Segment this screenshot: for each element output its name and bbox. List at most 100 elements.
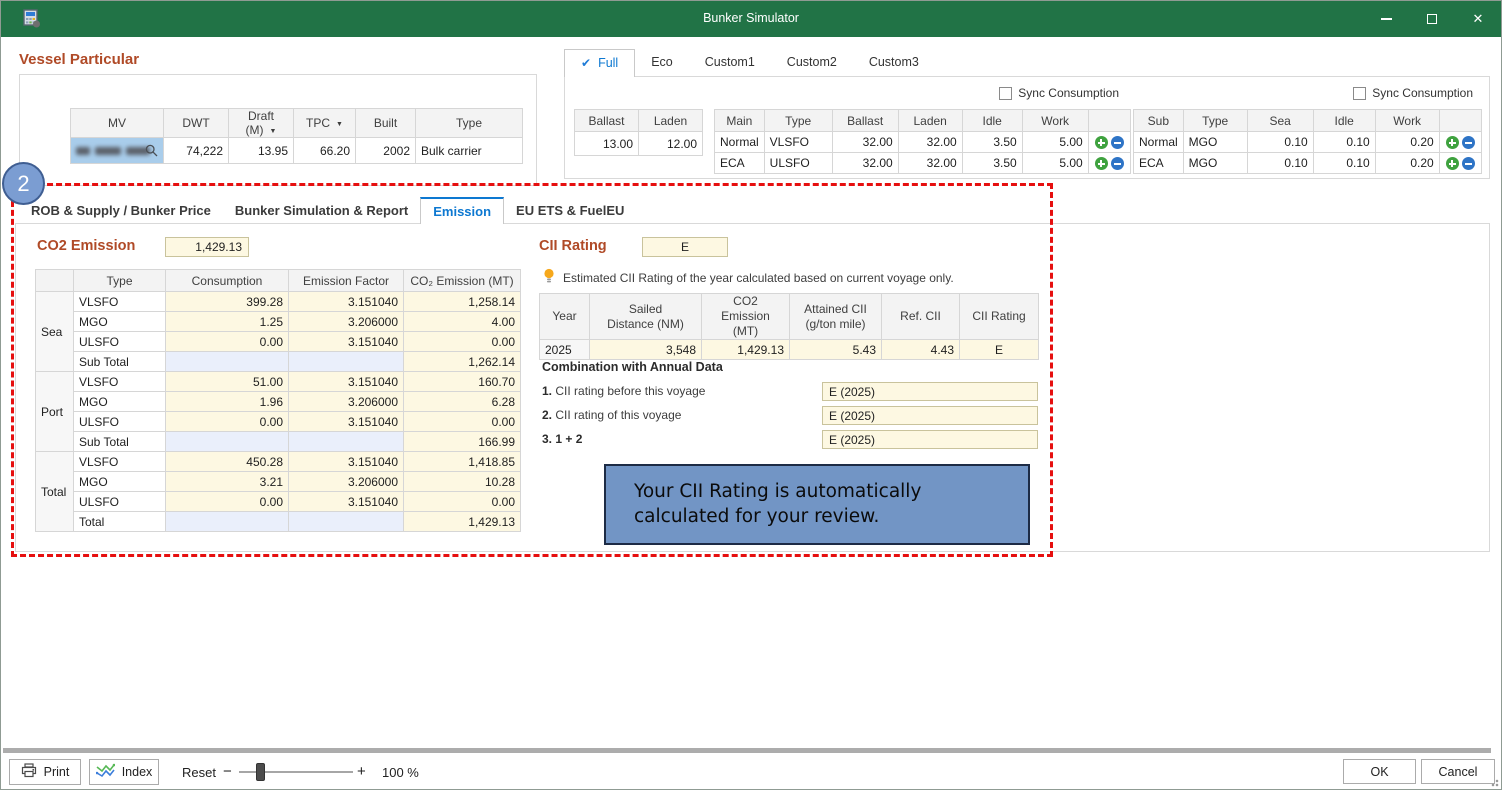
speed-table: Ballast Laden 13.00 12.00 xyxy=(574,109,703,156)
tab-bunker-simulation-report[interactable]: Bunker Simulation & Report xyxy=(223,197,420,224)
vessel-dwt-value: 74,222 xyxy=(164,138,229,164)
cii-combined-field[interactable]: E (2025) xyxy=(822,430,1038,449)
cii-this-voyage-row: 2. CII rating of this voyage E (2025) xyxy=(542,408,1038,427)
index-button[interactable]: Index xyxy=(89,759,159,785)
co2-subtotal-row: Sub Total 166.99 xyxy=(36,432,521,452)
maximize-button[interactable] xyxy=(1409,1,1455,37)
remove-row-icon[interactable] xyxy=(1111,157,1124,170)
draft-dropdown-icon[interactable]: ▼ xyxy=(270,128,277,135)
cii-hint-text: Estimated CII Rating of the year calcula… xyxy=(563,271,954,285)
speed-col-ballast: Ballast xyxy=(575,110,639,132)
sync-main-checkbox[interactable] xyxy=(999,87,1012,100)
consumption-panel: Sync Consumption Sync Consumption Ballas… xyxy=(564,76,1490,179)
index-chart-icon xyxy=(96,763,115,781)
ok-button[interactable]: OK xyxy=(1343,759,1416,784)
sync-consumption-sub[interactable]: Sync Consumption xyxy=(1353,86,1473,100)
speed-laden-value[interactable]: 12.00 xyxy=(639,132,703,156)
add-row-icon[interactable] xyxy=(1095,136,1108,149)
cii-rating-title: CII Rating xyxy=(539,238,607,254)
bunker-simulator-window: Bunker Simulator ✕ Vessel Particular MV … xyxy=(0,0,1502,790)
remove-row-icon[interactable] xyxy=(1462,136,1475,149)
co2-row: MGO 1.96 3.206000 6.28 xyxy=(36,392,521,412)
co2-row: Total VLSFO 450.28 3.151040 1,418.85 xyxy=(36,452,521,472)
combination-title: Combination with Annual Data xyxy=(542,360,723,374)
minimize-button[interactable] xyxy=(1363,1,1409,37)
co2-emission-title: CO2 Emission xyxy=(37,238,135,254)
co2-total-row: Total 1,429.13 xyxy=(36,512,521,532)
vessel-built-value: 2002 xyxy=(356,138,416,164)
tab-custom3[interactable]: Custom3 xyxy=(853,49,935,77)
vessel-col-mv: MV xyxy=(71,109,164,138)
vessel-col-tpc[interactable]: TPC▼ xyxy=(294,109,356,138)
tab-custom1[interactable]: Custom1 xyxy=(689,49,771,77)
tab-full[interactable]: ✔Full xyxy=(564,49,635,77)
zoom-level: 100 % xyxy=(382,765,419,780)
consumption-profile-tabs: ✔Full Eco Custom1 Custom2 Custom3 xyxy=(564,49,935,77)
cii-hint: Estimated CII Rating of the year calcula… xyxy=(543,268,954,287)
cii-combined-row: 3. 1 + 2 E (2025) xyxy=(542,432,1038,451)
co2-row: ULSFO 0.00 3.151040 0.00 xyxy=(36,332,521,352)
remove-row-icon[interactable] xyxy=(1462,157,1475,170)
printer-icon xyxy=(21,763,37,781)
cancel-button[interactable]: Cancel xyxy=(1421,759,1495,784)
sync-sub-label: Sync Consumption xyxy=(1372,86,1473,100)
main-consumption-table: MainType BallastLaden IdleWork NormalVLS… xyxy=(714,109,1131,174)
tab-custom2[interactable]: Custom2 xyxy=(771,49,853,77)
cii-callout-tooltip: Your CII Rating is automatically calcula… xyxy=(604,464,1030,545)
maximize-icon xyxy=(1427,14,1437,24)
close-icon: ✕ xyxy=(1473,13,1484,26)
zoom-out-button[interactable]: − xyxy=(223,763,232,780)
remove-row-icon[interactable] xyxy=(1111,136,1124,149)
cii-rating-table: Year SailedDistance (NM) CO2Emission (MT… xyxy=(539,293,1039,360)
check-icon: ✔ xyxy=(581,56,591,70)
sync-consumption-main[interactable]: Sync Consumption xyxy=(999,86,1119,100)
cii-rating-field[interactable]: E xyxy=(642,237,728,257)
add-row-icon[interactable] xyxy=(1446,136,1459,149)
tpc-dropdown-icon[interactable]: ▼ xyxy=(336,121,343,128)
vessel-draft-value: 13.95 xyxy=(229,138,294,164)
footer-bar: Print Index Reset − + 100 % OK Cancel xyxy=(1,753,1501,789)
speed-col-laden: Laden xyxy=(639,110,703,132)
print-button[interactable]: Print xyxy=(9,759,81,785)
co2-row: ULSFO 0.00 3.151040 0.00 xyxy=(36,492,521,512)
vessel-col-built: Built xyxy=(356,109,416,138)
report-tabs: ROB & Supply / Bunker Price Bunker Simul… xyxy=(19,197,636,224)
vessel-col-dwt: DWT xyxy=(164,109,229,138)
main-row-normal: NormalVLSFO 32.0032.00 3.505.00 xyxy=(715,132,1131,153)
co2-total-field[interactable]: 1,429.13 xyxy=(165,237,249,257)
resize-grip[interactable] xyxy=(1489,777,1499,787)
lightbulb-icon xyxy=(543,268,555,287)
vessel-name-field[interactable] xyxy=(71,138,164,164)
cii-this-voyage-field[interactable]: E (2025) xyxy=(822,406,1038,425)
add-row-icon[interactable] xyxy=(1095,157,1108,170)
main-row-eca: ECAULSFO 32.0032.00 3.505.00 xyxy=(715,153,1131,174)
sync-sub-checkbox[interactable] xyxy=(1353,87,1366,100)
speed-ballast-value[interactable]: 13.00 xyxy=(575,132,639,156)
vessel-search-icon[interactable] xyxy=(145,144,158,160)
close-button[interactable]: ✕ xyxy=(1455,1,1501,37)
sub-row-eca: ECAMGO 0.100.10 0.20 xyxy=(1134,153,1482,174)
tab-rob-supply-bunker-price[interactable]: ROB & Supply / Bunker Price xyxy=(19,197,223,224)
vessel-particular-title: Vessel Particular xyxy=(19,51,139,68)
tab-emission[interactable]: Emission xyxy=(420,197,504,224)
step-badge: 2 xyxy=(2,162,45,205)
reset-label[interactable]: Reset xyxy=(182,765,216,780)
add-row-icon[interactable] xyxy=(1446,157,1459,170)
tab-eu-ets-fueleu[interactable]: EU ETS & FuelEU xyxy=(504,197,636,224)
tab-eco[interactable]: Eco xyxy=(635,49,689,77)
minimize-icon xyxy=(1381,18,1392,20)
cii-before-voyage-row: 1. CII rating before this voyage E (2025… xyxy=(542,384,1038,403)
callout-text: Your CII Rating is automatically calcula… xyxy=(634,480,1008,530)
vessel-col-type: Type xyxy=(416,109,523,138)
zoom-slider-handle[interactable] xyxy=(256,763,265,781)
co2-subtotal-row: Sub Total 1,262.14 xyxy=(36,352,521,372)
cii-before-voyage-field[interactable]: E (2025) xyxy=(822,382,1038,401)
window-title: Bunker Simulator xyxy=(1,11,1501,25)
vessel-col-draft[interactable]: Draft (M)▼ xyxy=(229,109,294,138)
co2-row: MGO 1.25 3.206000 4.00 xyxy=(36,312,521,332)
co2-row: MGO 3.21 3.206000 10.28 xyxy=(36,472,521,492)
zoom-in-button[interactable]: + xyxy=(357,763,366,780)
co2-row: ULSFO 0.00 3.151040 0.00 xyxy=(36,412,521,432)
vessel-particular-panel: MV DWT Draft (M)▼ TPC▼ Built Type 74,222… xyxy=(19,74,537,186)
sub-consumption-table: SubType SeaIdle Work NormalMGO 0.100.10 … xyxy=(1133,109,1482,174)
